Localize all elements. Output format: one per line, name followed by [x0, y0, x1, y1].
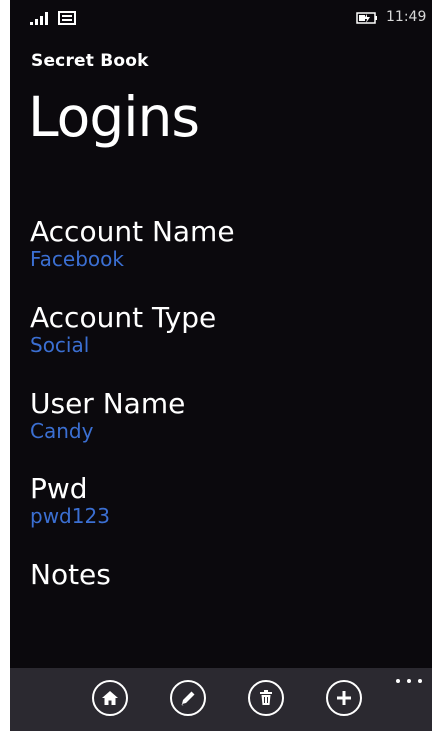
- field-value[interactable]: Facebook: [30, 248, 235, 270]
- edit-icon: [181, 691, 195, 706]
- field-account-type: Account Type Social: [30, 301, 217, 357]
- field-account-name: Account Name Facebook: [30, 215, 235, 271]
- home-button[interactable]: [92, 680, 128, 716]
- add-icon: [337, 691, 351, 705]
- field-label: Notes: [30, 558, 111, 591]
- field-value[interactable]: Social: [30, 334, 216, 356]
- add-button[interactable]: [326, 680, 362, 716]
- field-notes: Notes: [30, 559, 111, 591]
- app-name: Secret Book: [31, 51, 149, 71]
- more-icon[interactable]: [396, 674, 422, 688]
- more-dot: [396, 679, 400, 683]
- app-bar: [10, 668, 432, 731]
- home-icon: [102, 691, 118, 705]
- field-user-name: User Name Candy: [30, 387, 186, 443]
- page-title: Logins: [28, 85, 200, 149]
- phone-screen: 11:49 Secret Book Logins Account Name Fa…: [10, 0, 432, 731]
- status-bar: 11:49: [10, 0, 432, 32]
- delete-icon: [260, 690, 272, 705]
- more-dot: [407, 679, 411, 683]
- message-icon: [58, 11, 76, 25]
- signal-icon: [30, 12, 48, 25]
- more-dot: [418, 679, 422, 683]
- field-label: User Name: [30, 387, 186, 420]
- field-label: Account Name: [30, 215, 235, 248]
- edit-button[interactable]: [170, 680, 206, 716]
- field-label: Account Type: [30, 301, 217, 334]
- battery-charging-icon: [356, 12, 377, 24]
- field-label: Pwd: [30, 472, 88, 505]
- field-pwd: Pwd pwd123: [30, 472, 110, 528]
- delete-button[interactable]: [248, 680, 284, 716]
- status-time: 11:49: [386, 9, 427, 25]
- field-value[interactable]: Candy: [30, 420, 185, 442]
- field-value[interactable]: pwd123: [30, 505, 110, 527]
